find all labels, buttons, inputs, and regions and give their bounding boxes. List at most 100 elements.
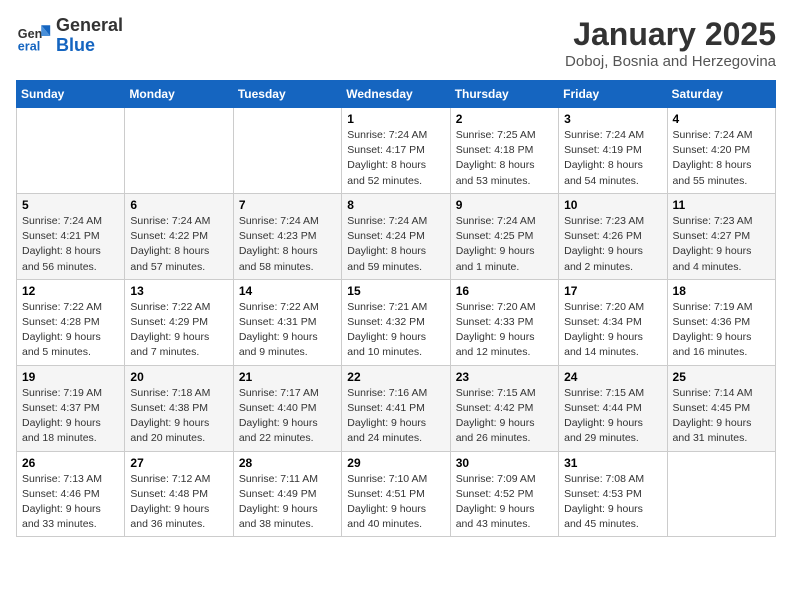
calendar-cell: 20 Sunrise: 7:18 AM Sunset: 4:38 PM Dayli… [125,365,233,451]
logo-general-text: General [56,16,123,36]
calendar-cell: 8 Sunrise: 7:24 AM Sunset: 4:24 PM Daylig… [342,193,450,279]
location-title: Doboj, Bosnia and Herzegovina [565,53,776,70]
calendar-cell: 27 Sunrise: 7:12 AM Sunset: 4:48 PM Dayli… [125,451,233,537]
day-info: Sunrise: 7:10 AM Sunset: 4:51 PM Dayligh… [347,472,444,533]
calendar-cell: 4Sunrise: 7:24 AM Sunset: 4:20 PM Daylig… [667,108,775,194]
day-info: Sunrise: 7:22 AM Sunset: 4:29 PM Dayligh… [130,300,227,361]
day-number: 28 [239,456,336,470]
calendar-cell: 17Sunrise: 7:20 AM Sunset: 4:34 PM Dayli… [559,279,667,365]
day-info: Sunrise: 7:22 AM Sunset: 4:31 PM Dayligh… [239,300,336,361]
day-info: Sunrise: 7:24 AM Sunset: 4:17 PM Dayligh… [347,128,444,189]
day-info: Sunrise: 7:24 AM Sunset: 4:21 PM Dayligh… [22,214,119,275]
calendar-cell: 14 Sunrise: 7:22 AM Sunset: 4:31 PM Dayli… [233,279,341,365]
day-info: Sunrise: 7:16 AM Sunset: 4:41 PM Dayligh… [347,386,444,447]
calendar-cell: 22Sunrise: 7:16 AM Sunset: 4:41 PM Dayli… [342,365,450,451]
day-info: Sunrise: 7:24 AM Sunset: 4:19 PM Dayligh… [564,128,661,189]
day-number: 27 [130,456,227,470]
day-info: Sunrise: 7:25 AM Sunset: 4:18 PM Dayligh… [456,128,553,189]
calendar-cell: 31 Sunrise: 7:08 AM Sunset: 4:53 PM Dayli… [559,451,667,537]
calendar-cell: 7Sunrise: 7:24 AM Sunset: 4:23 PM Daylig… [233,193,341,279]
day-info: Sunrise: 7:22 AM Sunset: 4:28 PM Dayligh… [22,300,119,361]
day-number: 12 [22,284,119,298]
day-info: Sunrise: 7:08 AM Sunset: 4:53 PM Dayligh… [564,472,661,533]
calendar-cell: 12 Sunrise: 7:22 AM Sunset: 4:28 PM Dayli… [17,279,125,365]
day-info: Sunrise: 7:13 AM Sunset: 4:46 PM Dayligh… [22,472,119,533]
day-number: 1 [347,112,444,126]
day-info: Sunrise: 7:24 AM Sunset: 4:24 PM Dayligh… [347,214,444,275]
day-number: 23 [456,370,553,384]
day-info: Sunrise: 7:14 AM Sunset: 4:45 PM Dayligh… [673,386,770,447]
calendar-week-3: 19 Sunrise: 7:19 AM Sunset: 4:37 PM Dayli… [17,365,776,451]
day-number: 20 [130,370,227,384]
day-number: 15 [347,284,444,298]
day-number: 17 [564,284,661,298]
calendar-cell: 23 Sunrise: 7:15 AM Sunset: 4:42 PM Dayli… [450,365,558,451]
day-number: 30 [456,456,553,470]
calendar-cell: 6Sunrise: 7:24 AM Sunset: 4:22 PM Daylig… [125,193,233,279]
day-number: 13 [130,284,227,298]
day-info: Sunrise: 7:11 AM Sunset: 4:49 PM Dayligh… [239,472,336,533]
title-block: January 2025 Doboj, Bosnia and Herzegovi… [565,16,776,70]
weekday-header-thursday: Thursday [450,81,558,108]
calendar-week-4: 26 Sunrise: 7:13 AM Sunset: 4:46 PM Dayli… [17,451,776,537]
weekday-header-friday: Friday [559,81,667,108]
day-number: 6 [130,198,227,212]
weekday-header-sunday: Sunday [17,81,125,108]
weekday-header-wednesday: Wednesday [342,81,450,108]
calendar-cell: 30Sunrise: 7:09 AM Sunset: 4:52 PM Dayli… [450,451,558,537]
svg-text:eral: eral [18,39,40,53]
calendar-cell: 3Sunrise: 7:24 AM Sunset: 4:19 PM Daylig… [559,108,667,194]
calendar-cell: 18 Sunrise: 7:19 AM Sunset: 4:36 PM Dayli… [667,279,775,365]
calendar-cell: 15 Sunrise: 7:21 AM Sunset: 4:32 PM Dayli… [342,279,450,365]
day-number: 16 [456,284,553,298]
weekday-header-monday: Monday [125,81,233,108]
day-number: 7 [239,198,336,212]
calendar-week-2: 12 Sunrise: 7:22 AM Sunset: 4:28 PM Dayli… [17,279,776,365]
day-info: Sunrise: 7:17 AM Sunset: 4:40 PM Dayligh… [239,386,336,447]
calendar-cell: 5 Sunrise: 7:24 AM Sunset: 4:21 PM Daylig… [17,193,125,279]
day-number: 9 [456,198,553,212]
day-number: 25 [673,370,770,384]
calendar-cell [233,108,341,194]
day-number: 21 [239,370,336,384]
day-info: Sunrise: 7:12 AM Sunset: 4:48 PM Dayligh… [130,472,227,533]
day-number: 8 [347,198,444,212]
day-info: Sunrise: 7:24 AM Sunset: 4:20 PM Dayligh… [673,128,770,189]
day-info: Sunrise: 7:15 AM Sunset: 4:44 PM Dayligh… [564,386,661,447]
page-header: Gen eral General Blue January 2025 Doboj… [16,16,776,70]
calendar-table: SundayMondayTuesdayWednesdayThursdayFrid… [16,80,776,537]
calendar-cell: 10Sunrise: 7:23 AM Sunset: 4:26 PM Dayli… [559,193,667,279]
day-info: Sunrise: 7:15 AM Sunset: 4:42 PM Dayligh… [456,386,553,447]
weekday-header-tuesday: Tuesday [233,81,341,108]
day-info: Sunrise: 7:19 AM Sunset: 4:36 PM Dayligh… [673,300,770,361]
day-number: 26 [22,456,119,470]
logo-text: General Blue [56,16,123,56]
logo-blue-text: Blue [56,36,123,56]
weekday-header-row: SundayMondayTuesdayWednesdayThursdayFrid… [17,81,776,108]
logo-icon: Gen eral [16,18,52,54]
calendar-cell: 2 Sunrise: 7:25 AM Sunset: 4:18 PM Daylig… [450,108,558,194]
day-info: Sunrise: 7:21 AM Sunset: 4:32 PM Dayligh… [347,300,444,361]
calendar-cell: 28 Sunrise: 7:11 AM Sunset: 4:49 PM Dayli… [233,451,341,537]
day-number: 11 [673,198,770,212]
calendar-week-1: 5 Sunrise: 7:24 AM Sunset: 4:21 PM Daylig… [17,193,776,279]
calendar-week-0: 1 Sunrise: 7:24 AM Sunset: 4:17 PM Daylig… [17,108,776,194]
day-info: Sunrise: 7:24 AM Sunset: 4:25 PM Dayligh… [456,214,553,275]
month-title: January 2025 [565,16,776,53]
calendar-cell [125,108,233,194]
day-number: 10 [564,198,661,212]
day-number: 2 [456,112,553,126]
calendar-cell: 26 Sunrise: 7:13 AM Sunset: 4:46 PM Dayli… [17,451,125,537]
day-number: 19 [22,370,119,384]
day-info: Sunrise: 7:23 AM Sunset: 4:27 PM Dayligh… [673,214,770,275]
day-info: Sunrise: 7:19 AM Sunset: 4:37 PM Dayligh… [22,386,119,447]
day-number: 5 [22,198,119,212]
logo: Gen eral General Blue [16,16,123,56]
day-number: 31 [564,456,661,470]
day-number: 18 [673,284,770,298]
calendar-cell: 13 Sunrise: 7:22 AM Sunset: 4:29 PM Dayli… [125,279,233,365]
day-number: 14 [239,284,336,298]
day-info: Sunrise: 7:18 AM Sunset: 4:38 PM Dayligh… [130,386,227,447]
calendar-cell: 21 Sunrise: 7:17 AM Sunset: 4:40 PM Dayli… [233,365,341,451]
calendar-cell: 25 Sunrise: 7:14 AM Sunset: 4:45 PM Dayli… [667,365,775,451]
